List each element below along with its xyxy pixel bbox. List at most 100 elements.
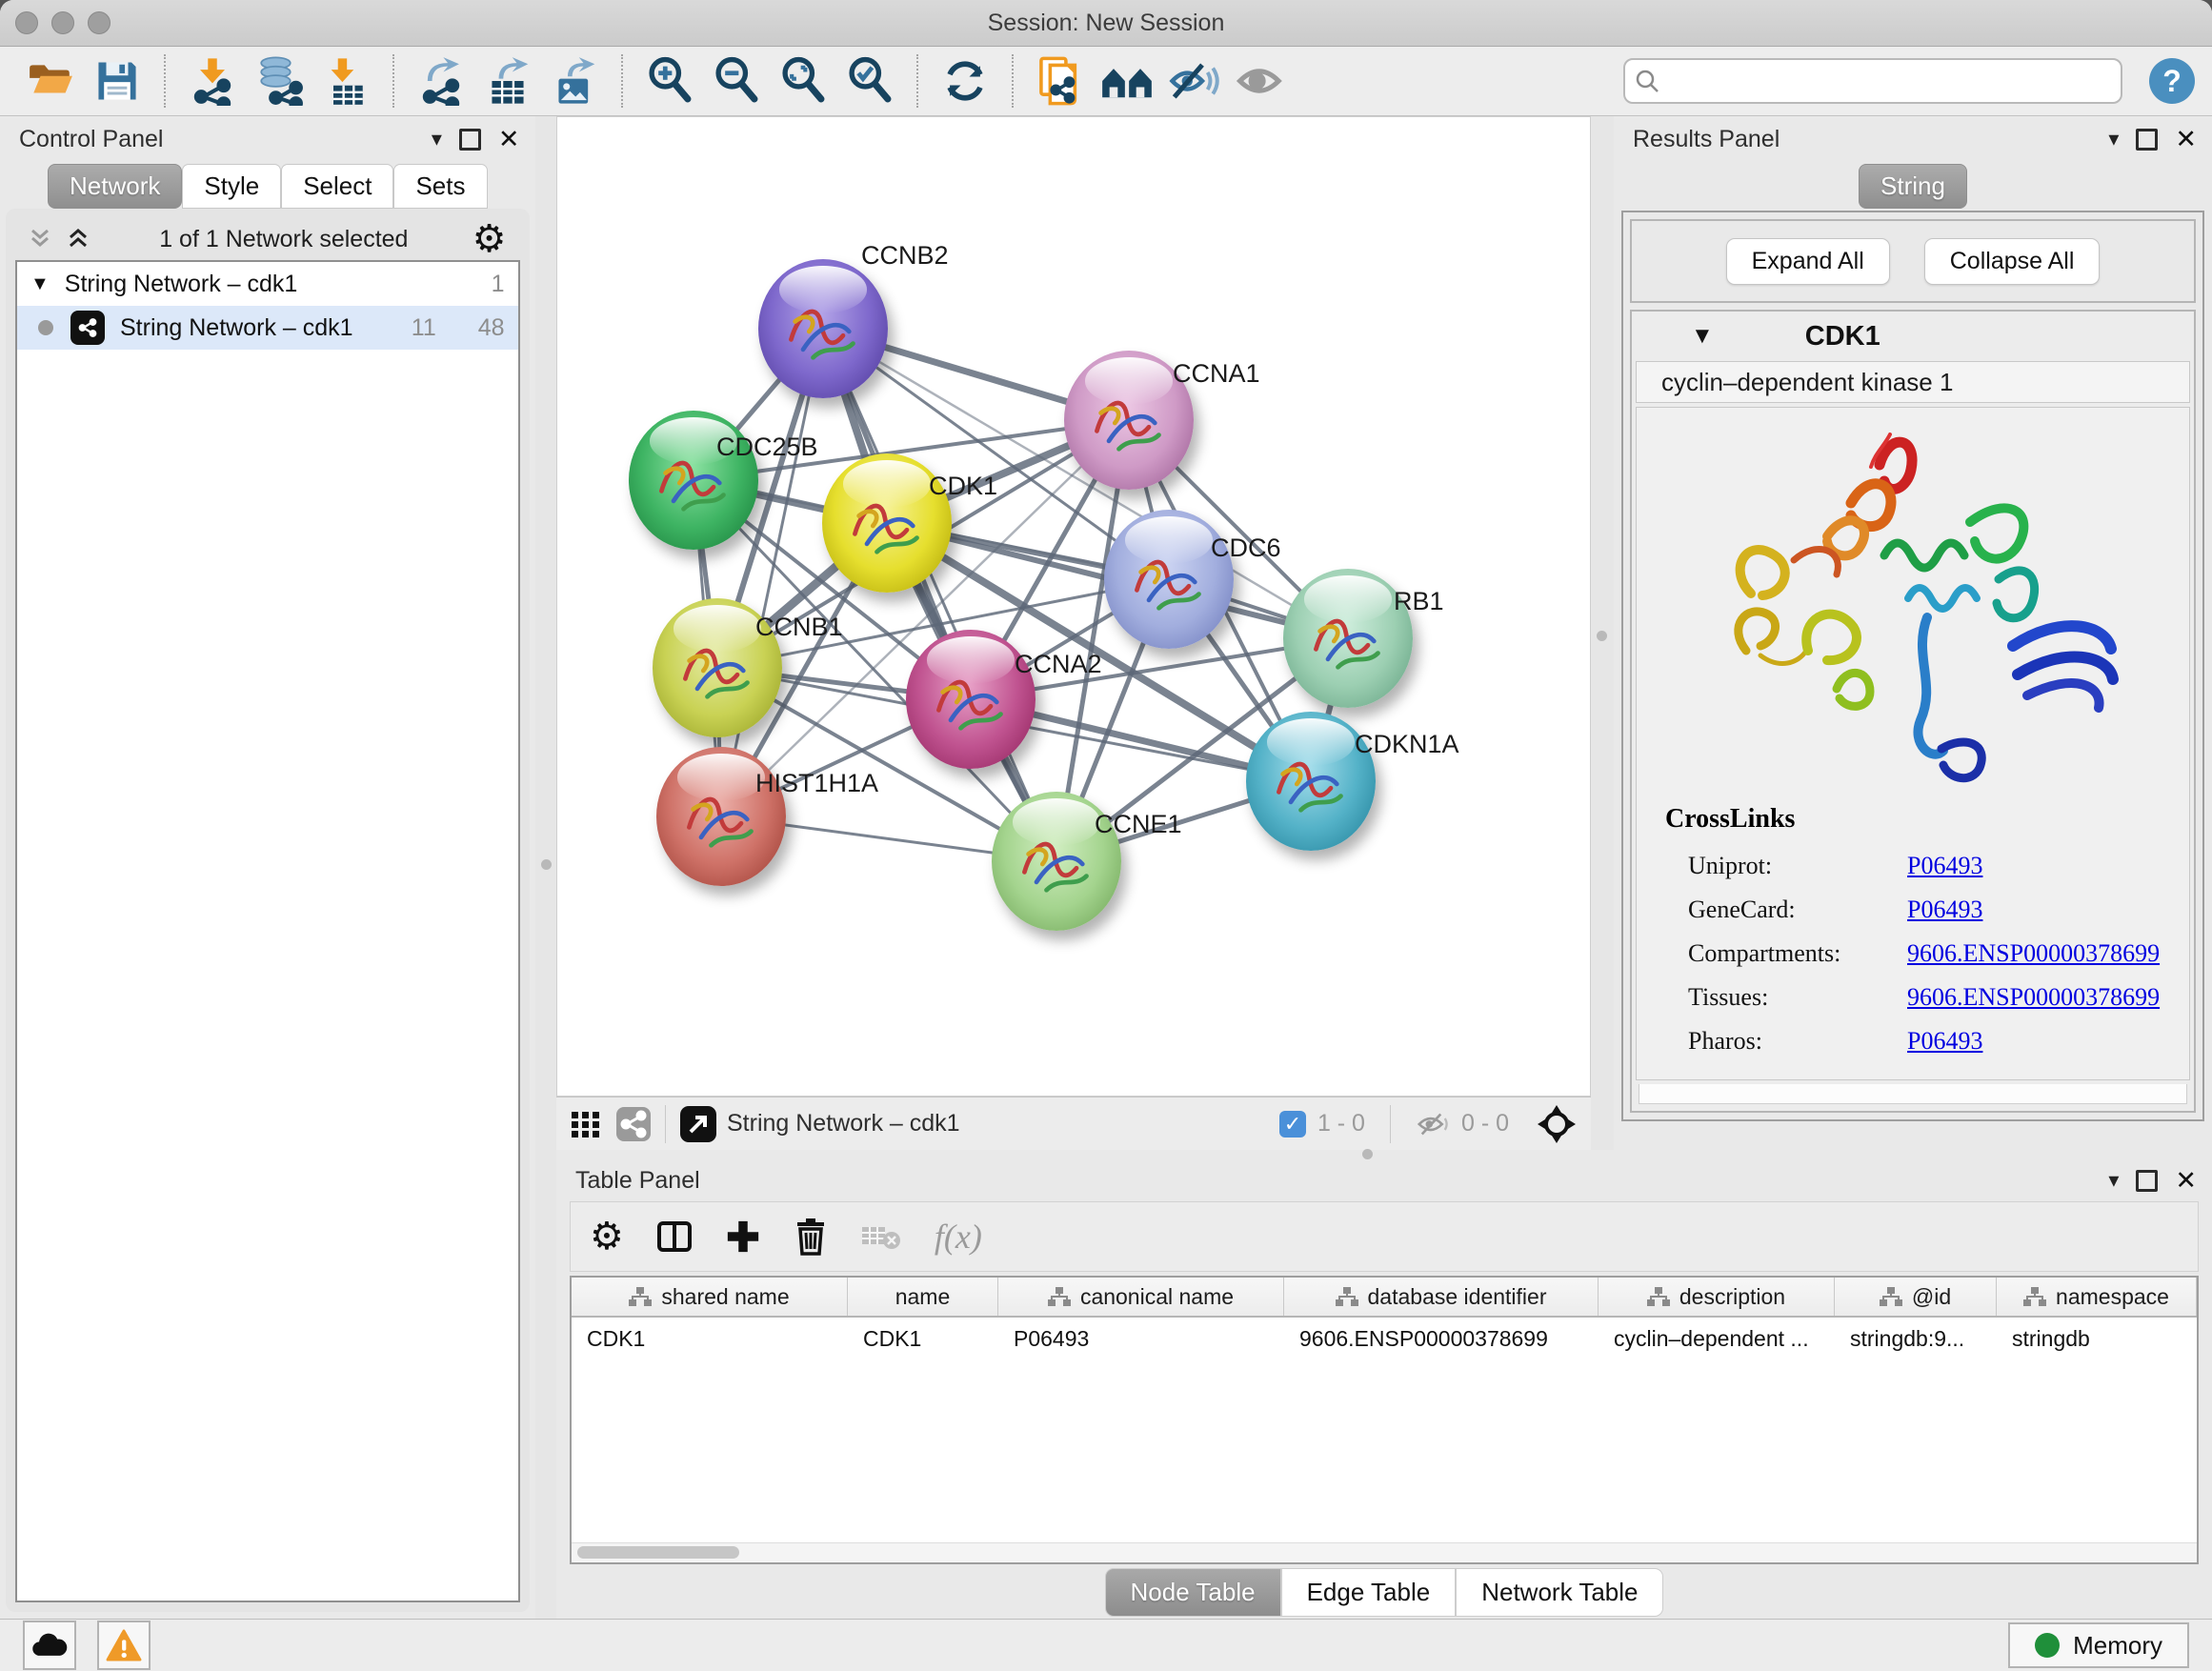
collapse-all-button[interactable]: Collapse All: [1924, 238, 2101, 285]
first-neighbors-button[interactable]: [1099, 53, 1155, 109]
column-header-canonical-name[interactable]: canonical name: [998, 1278, 1284, 1316]
network-node-CCNB2[interactable]: [758, 259, 888, 398]
clone-network-button[interactable]: [1033, 53, 1088, 109]
crosslink-link[interactable]: P06493: [1907, 852, 1982, 880]
panel-close-icon[interactable]: ✕: [498, 127, 520, 152]
open-in-window-icon[interactable]: [679, 1105, 717, 1143]
network-canvas[interactable]: CCNB2CCNA1CDC25BCDK1CDC6RB1CCNB1CCNA2CDK…: [556, 116, 1591, 1097]
birds-eye-toggle-icon[interactable]: [1536, 1103, 1578, 1145]
table-row[interactable]: CDK1CDK1P064939606.ENSP00000378699cyclin…: [572, 1318, 2197, 1359]
import-network-from-database-button[interactable]: [251, 53, 307, 109]
tab-network-table[interactable]: Network Table: [1456, 1568, 1663, 1617]
column-header-namespace[interactable]: namespace: [1997, 1278, 2197, 1316]
network-selection-status: 1 of 1 Network selected: [95, 226, 473, 253]
node-details-card: ▼ CDK1 cyclin–dependent kinase 1: [1630, 310, 2196, 1113]
crosslink-row: GeneCard: P06493: [1688, 888, 2189, 932]
save-session-button[interactable]: [90, 53, 145, 109]
select-columns-icon[interactable]: [656, 1218, 693, 1255]
selected-checkbox-icon[interactable]: ✓: [1279, 1111, 1306, 1137]
hide-selected-button[interactable]: [1166, 53, 1221, 109]
network-node-CDC6[interactable]: [1104, 510, 1234, 649]
search-icon: [1635, 69, 1659, 93]
memory-button[interactable]: Memory: [2008, 1622, 2189, 1668]
column-header-database-identifier[interactable]: database identifier: [1284, 1278, 1599, 1316]
panel-close-icon[interactable]: ✕: [2175, 1168, 2197, 1194]
table-horizontal-scrollbar[interactable]: [572, 1542, 2197, 1562]
table-cell[interactable]: CDK1: [848, 1326, 998, 1352]
table-cell[interactable]: P06493: [998, 1326, 1284, 1352]
zoom-in-button[interactable]: [642, 53, 697, 109]
apply-layout-button[interactable]: [937, 53, 993, 109]
table-settings-gear-icon[interactable]: ⚙: [590, 1218, 624, 1256]
export-table-button[interactable]: [480, 53, 535, 109]
tab-style[interactable]: Style: [182, 164, 281, 209]
crosslink-link[interactable]: P06493: [1907, 896, 1982, 924]
zoom-fit-button[interactable]: [775, 53, 831, 109]
panel-menu-icon[interactable]: ▾: [432, 127, 442, 151]
zoom-selected-button[interactable]: [842, 53, 897, 109]
network-node-label-CCNA2: CCNA2: [1015, 650, 1102, 679]
panel-float-icon[interactable]: [2136, 129, 2158, 151]
crosslink-link[interactable]: P06493: [1907, 1027, 1982, 1056]
network-collection-row[interactable]: ▼ String Network – cdk1 1: [17, 262, 518, 306]
table-cell[interactable]: 9606.ENSP00000378699: [1284, 1326, 1599, 1352]
node-count: 11: [412, 314, 436, 342]
network-node-CDC25B[interactable]: [629, 411, 758, 550]
crosslink-link[interactable]: 9606.ENSP00000378699: [1907, 983, 2160, 1012]
open-file-button[interactable]: [23, 53, 78, 109]
table-panel-divider[interactable]: [556, 1150, 2212, 1158]
crosslink-link[interactable]: 9606.ENSP00000378699: [1907, 939, 2160, 968]
collapse-all-icon[interactable]: [29, 227, 57, 252]
control-panel-tabs: Network Style Select Sets: [0, 164, 535, 209]
results-panel: Results Panel ▾ ✕ String Expand All: [1614, 116, 2212, 1150]
table-cell[interactable]: CDK1: [572, 1326, 848, 1352]
export-image-button[interactable]: [547, 53, 602, 109]
expand-all-button[interactable]: Expand All: [1726, 238, 1890, 285]
collapse-caret-icon[interactable]: ▼: [1691, 323, 1714, 350]
export-network-button[interactable]: [413, 53, 469, 109]
delete-column-icon[interactable]: [794, 1218, 828, 1256]
panel-float-icon[interactable]: [459, 129, 481, 151]
network-node-HIST1H1A[interactable]: [656, 747, 786, 886]
tab-node-table[interactable]: Node Table: [1105, 1568, 1281, 1617]
network-options-gear-icon[interactable]: ⚙: [473, 220, 507, 258]
column-header--id[interactable]: @id: [1835, 1278, 1997, 1316]
hidden-ratio: 0 - 0: [1461, 1110, 1509, 1137]
panel-menu-icon[interactable]: ▾: [2108, 127, 2119, 151]
column-header-name[interactable]: name: [848, 1278, 998, 1316]
network-selection-bar: 1 of 1 Network selected ⚙: [15, 218, 520, 260]
import-table-from-file-button[interactable]: [318, 53, 373, 109]
warnings-button[interactable]: [97, 1621, 151, 1670]
help-button[interactable]: ?: [2149, 58, 2195, 104]
tree-expander-icon[interactable]: ▼: [30, 273, 50, 295]
zoom-out-button[interactable]: [709, 53, 764, 109]
panel-menu-icon[interactable]: ▾: [2108, 1168, 2119, 1193]
tab-string[interactable]: String: [1859, 164, 1967, 209]
tab-select[interactable]: Select: [281, 164, 393, 209]
show-all-button[interactable]: [1233, 53, 1288, 109]
results-panel-divider[interactable]: [1591, 116, 1614, 1150]
node-details-header[interactable]: ▼ CDK1: [1632, 312, 2194, 361]
grid-view-icon[interactable]: [570, 1108, 602, 1140]
network-row[interactable]: String Network – cdk1 11 48: [17, 306, 518, 350]
import-network-from-file-button[interactable]: [185, 53, 240, 109]
left-panel-divider[interactable]: [535, 116, 556, 1620]
tab-edge-table[interactable]: Edge Table: [1281, 1568, 1457, 1617]
search-field[interactable]: [1623, 58, 2122, 104]
network-badge-icon[interactable]: [615, 1106, 652, 1142]
tab-network[interactable]: Network: [48, 164, 182, 209]
column-header-description[interactable]: description: [1599, 1278, 1835, 1316]
expand-all-icon[interactable]: [67, 227, 95, 252]
cloud-status-button[interactable]: [23, 1621, 76, 1670]
table-cell[interactable]: stringdb: [1997, 1326, 2197, 1352]
search-input[interactable]: [1667, 67, 2111, 95]
application-window: Session: New Session: [0, 0, 2212, 1671]
add-column-icon[interactable]: [725, 1218, 761, 1255]
panel-close-icon[interactable]: ✕: [2175, 127, 2197, 152]
column-header-shared-name[interactable]: shared name: [572, 1278, 848, 1316]
scrollbar-thumb[interactable]: [577, 1546, 739, 1559]
table-cell[interactable]: stringdb:9...: [1835, 1326, 1997, 1352]
panel-float-icon[interactable]: [2136, 1170, 2158, 1192]
table-cell[interactable]: cyclin–dependent ...: [1599, 1326, 1835, 1352]
tab-sets[interactable]: Sets: [393, 164, 487, 209]
